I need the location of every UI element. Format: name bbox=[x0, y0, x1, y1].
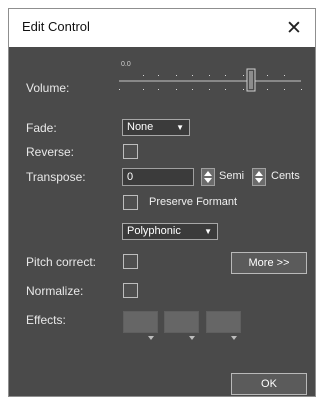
close-icon[interactable]: ✕ bbox=[279, 13, 309, 43]
reverse-checkbox[interactable] bbox=[123, 144, 138, 159]
window-title: Edit Control bbox=[22, 19, 90, 34]
chevron-down-icon: ▼ bbox=[176, 123, 184, 132]
volume-label: Volume: bbox=[26, 81, 70, 95]
semi-stepper[interactable] bbox=[201, 168, 215, 186]
preserve-formant-checkbox[interactable] bbox=[123, 195, 138, 210]
pitch-correct-checkbox[interactable] bbox=[123, 254, 138, 269]
semi-label: Semi bbox=[219, 170, 245, 182]
cents-stepper[interactable] bbox=[252, 168, 266, 186]
effect-2-arrow-icon[interactable] bbox=[189, 336, 195, 340]
pitch-correct-label: Pitch correct: bbox=[26, 255, 97, 269]
fade-value: None bbox=[127, 121, 154, 133]
mode-dropdown[interactable]: Polyphonic ▼ bbox=[122, 223, 218, 240]
effect-slot-2[interactable] bbox=[164, 311, 199, 333]
mode-value: Polyphonic bbox=[127, 225, 181, 237]
effects-label: Effects: bbox=[26, 313, 66, 327]
normalize-label: Normalize: bbox=[26, 284, 84, 298]
effect-slot-3[interactable] bbox=[206, 311, 241, 333]
reverse-label: Reverse: bbox=[26, 145, 75, 159]
transpose-label: Transpose: bbox=[26, 170, 86, 184]
more-button[interactable]: More >> bbox=[231, 252, 307, 274]
chevron-down-icon: ▼ bbox=[204, 227, 212, 236]
edit-control-dialog: Edit Control ✕ Volume: 0.0 Fade: None ▼ … bbox=[8, 8, 316, 397]
fade-dropdown[interactable]: None ▼ bbox=[122, 119, 190, 136]
transpose-input[interactable]: 0 bbox=[122, 168, 194, 186]
ok-button[interactable]: OK bbox=[231, 373, 307, 395]
effect-1-arrow-icon[interactable] bbox=[148, 336, 154, 340]
effect-slot-1[interactable] bbox=[123, 311, 158, 333]
dialog-content: Volume: 0.0 Fade: None ▼ Reverse: Transp… bbox=[9, 47, 315, 396]
normalize-checkbox[interactable] bbox=[123, 283, 138, 298]
effect-3-arrow-icon[interactable] bbox=[231, 336, 237, 340]
fade-label: Fade: bbox=[26, 121, 57, 135]
title-bar: Edit Control ✕ bbox=[9, 9, 315, 48]
preserve-formant-label: Preserve Formant bbox=[149, 196, 238, 208]
volume-slider[interactable] bbox=[119, 65, 309, 99]
cents-label: Cents bbox=[271, 170, 300, 182]
